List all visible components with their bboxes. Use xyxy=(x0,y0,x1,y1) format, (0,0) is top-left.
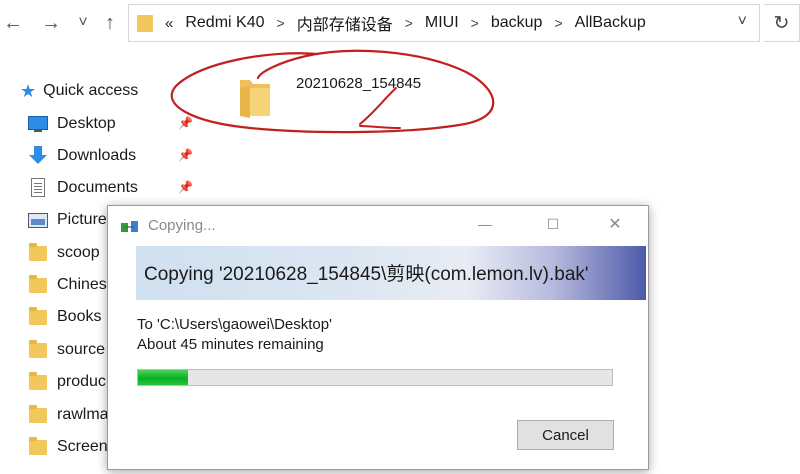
maximize-button[interactable]: ☐ xyxy=(538,212,568,236)
sidebar-item-produc[interactable]: produc xyxy=(28,367,106,397)
folder-icon xyxy=(28,243,48,263)
breadcrumb-separator[interactable]: > xyxy=(405,15,413,31)
sidebar-item-scoop[interactable]: scoop xyxy=(28,238,100,268)
annotation-circle xyxy=(170,49,495,134)
folder-icon xyxy=(137,13,155,33)
copy-heading: Copying '20210628_154845\剪映(com.lemon.lv… xyxy=(144,264,589,285)
copy-progress-icon xyxy=(121,221,138,232)
sidebar-item-label: Quick access xyxy=(43,82,139,99)
folder-icon xyxy=(28,340,48,360)
copy-banner: Copying '20210628_154845\剪映(com.lemon.lv… xyxy=(136,246,646,300)
cancel-button[interactable]: Cancel xyxy=(517,420,614,450)
sidebar-item-label: Downloads xyxy=(57,147,137,164)
sidebar-item-label: Chines xyxy=(57,276,107,293)
copy-dialog: Copying... — ☐ ✕ Copying '20210628_15484… xyxy=(107,205,649,470)
star-icon: ★ xyxy=(20,80,37,101)
breadcrumb-internal-storage[interactable]: 内部存储设备 xyxy=(297,11,393,35)
breadcrumb-backup[interactable]: backup xyxy=(491,14,543,32)
sidebar-item-books[interactable]: Books xyxy=(28,302,101,332)
breadcrumb-separator[interactable]: > xyxy=(277,15,285,31)
sidebar-item-pictures[interactable]: Picture xyxy=(28,205,107,235)
breadcrumb-overflow[interactable]: « xyxy=(165,15,173,32)
forward-button[interactable]: → xyxy=(40,10,62,36)
sidebar-item-documents[interactable]: Documents xyxy=(28,173,138,203)
sidebar-item-label: scoop xyxy=(57,244,100,261)
sidebar-quick-access[interactable]: ★ Quick access xyxy=(20,76,138,106)
refresh-button[interactable]: ↻ xyxy=(764,4,800,42)
destination-text: To 'C:\Users\gaowei\Desktop' xyxy=(137,316,332,333)
sidebar-item-label: Picture xyxy=(57,211,107,228)
desktop-icon xyxy=(28,114,48,134)
back-button[interactable]: ← xyxy=(2,10,24,36)
time-remaining-text: About 45 minutes remaining xyxy=(137,336,324,353)
sidebar-item-label: Screen xyxy=(57,438,108,455)
pictures-icon xyxy=(28,210,48,230)
sidebar-item-desktop[interactable]: Desktop xyxy=(28,109,116,139)
address-bar[interactable]: « Redmi K40 > 内部存储设备 > MIUI > backup > A… xyxy=(128,4,760,42)
dialog-title: Copying... xyxy=(148,217,216,234)
sidebar-item-label: rawlma xyxy=(57,406,109,423)
pin-icon[interactable]: 📌 xyxy=(178,148,193,162)
sidebar-item-downloads[interactable]: Downloads xyxy=(28,141,136,171)
progress-fill xyxy=(138,370,188,385)
sidebar-item-rawlma[interactable]: rawlma xyxy=(28,400,109,430)
sidebar-item-label: produc xyxy=(57,373,106,390)
breadcrumb-redmi-k40[interactable]: Redmi K40 xyxy=(185,14,264,32)
sidebar-item-label: Desktop xyxy=(57,115,116,132)
folder-icon xyxy=(28,275,48,295)
folder-icon xyxy=(28,307,48,327)
sidebar-item-label: Documents xyxy=(57,179,138,196)
recent-locations-button[interactable]: ˅ xyxy=(72,10,94,36)
downloads-icon xyxy=(28,146,48,166)
copy-progress-bar xyxy=(137,369,613,386)
address-dropdown-icon[interactable]: ˅ xyxy=(738,13,747,31)
sidebar-item-screen[interactable]: Screen xyxy=(28,432,108,462)
sidebar-item-label: source xyxy=(57,341,106,358)
sidebar-item-label: Books xyxy=(57,308,102,325)
documents-icon xyxy=(28,178,48,198)
folder-icon xyxy=(28,437,48,457)
up-button[interactable]: ↑ xyxy=(99,10,121,36)
close-button[interactable]: ✕ xyxy=(600,212,630,236)
breadcrumb-separator[interactable]: > xyxy=(554,15,562,31)
pin-icon[interactable]: 📌 xyxy=(178,180,193,194)
folder-icon xyxy=(28,372,48,392)
sidebar-item-source[interactable]: source xyxy=(28,335,105,365)
breadcrumb-separator[interactable]: > xyxy=(471,15,479,31)
folder-icon xyxy=(28,405,48,425)
breadcrumb-miui[interactable]: MIUI xyxy=(425,14,459,32)
breadcrumb-allbackup[interactable]: AllBackup xyxy=(575,14,646,32)
sidebar-item-chines[interactable]: Chines xyxy=(28,270,107,300)
minimize-button[interactable]: — xyxy=(470,212,500,236)
